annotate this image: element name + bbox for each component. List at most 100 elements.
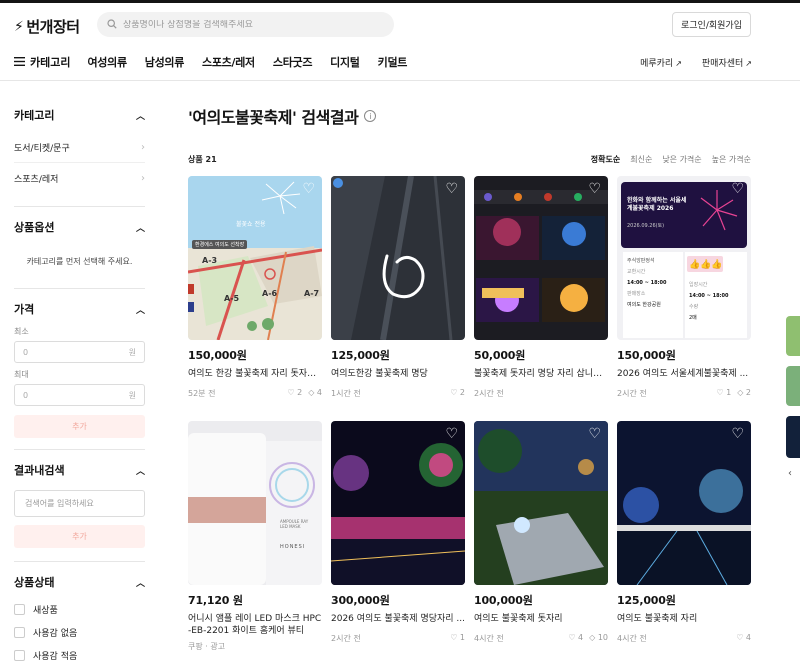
product-title: 2026 여의도 불꽃축제 명당자리 ... [331, 614, 465, 624]
nav-item-kidult[interactable]: 키덜트 [378, 54, 408, 70]
sort-latest[interactable]: 최신순 [630, 154, 652, 165]
category-nav: 카테고리 여성의류 남성의류 스포츠/레저 스타굿즈 디지털 키덜트 [14, 54, 425, 70]
condition-lightly-used[interactable]: 사용감 적음 [14, 644, 145, 663]
product-card[interactable]: 불꽃쇼 전용 환경에스 여의도 선착장 A-3 A-5 A-6 A-7 ♡ 15… [188, 176, 322, 399]
nav-item-digital[interactable]: 디지털 [330, 54, 360, 70]
sort-accuracy[interactable]: 정확도순 [591, 154, 620, 165]
search-icon [107, 18, 117, 32]
external-link-icon: ↗ [745, 59, 752, 68]
product-image-fireworks-river[interactable]: ♡ [331, 421, 465, 585]
product-image-led-mask[interactable]: AMPOULE RAY LED MASK HONESI [188, 421, 322, 585]
like-count: ♡ 2 [450, 388, 465, 397]
options-section-header[interactable]: 상품옵션 ︿ [14, 219, 145, 235]
product-time: 4시간 전 [474, 634, 504, 643]
product-time: 2시간 전 [617, 389, 647, 398]
ticket-seat: 주식앙판정석 [627, 258, 655, 264]
nav-item-sports[interactable]: 스포츠/레저 [202, 54, 255, 70]
search-input[interactable] [123, 19, 373, 30]
login-button[interactable]: 로그인/회원가입 [672, 12, 751, 37]
in-results-search-input[interactable] [14, 490, 145, 517]
in-results-section-header[interactable]: 결과내검색 ︿ [14, 462, 145, 478]
ticket-details-right: 입장시간 14:00 ~ 18:00 수량 2매 [689, 280, 745, 324]
condition-section-header[interactable]: 상품상태 ︿ [14, 574, 145, 590]
thumbs-up-icon: 👍👍👍 [689, 260, 723, 270]
condition-new[interactable]: 새상품 [14, 598, 145, 621]
recent-item-thumb[interactable] [786, 366, 800, 406]
info-icon[interactable]: i [364, 110, 377, 122]
category-section-header[interactable]: 카테고리 ︿ [14, 107, 145, 123]
price-add-button[interactable]: 추가 [14, 415, 145, 438]
map-zone-a7: A-7 [304, 289, 320, 298]
product-image-venue-map[interactable]: 불꽃쇼 전용 환경에스 여의도 선착장 A-3 A-5 A-6 A-7 ♡ [188, 176, 322, 340]
product-image-ticket[interactable]: 한화와 함께하는 서울세계불꽃축제 2026 2026.09.26(토) 👍👍👍… [617, 176, 751, 340]
product-card[interactable]: ♡ 125,000원 여의도 불꽃축제 자리 4시간 전 ♡ 4 [617, 421, 751, 644]
checkbox[interactable] [14, 604, 25, 615]
top-accent-bar [0, 0, 800, 3]
nav-item-star-goods[interactable]: 스타굿즈 [273, 54, 313, 70]
heart-icon[interactable]: ♡ [731, 427, 744, 441]
product-title: 2026 여의도 서울세계불꽃축제 ... [617, 369, 749, 379]
price-unit: 원 [128, 390, 136, 400]
result-count: 상품 21 [188, 155, 217, 164]
logo-text: 번개장터 [26, 18, 80, 36]
product-price: 125,000원 [617, 594, 676, 607]
product-price: 125,000원 [331, 349, 390, 362]
recent-item-thumb[interactable] [786, 316, 800, 356]
heart-icon[interactable]: ♡ [445, 182, 458, 196]
product-image-fireworks-bridge[interactable]: ♡ [617, 421, 751, 585]
product-stats: ♡ 1 ◇ 2 [716, 388, 751, 399]
ticket-details: 주식앙판정석 교환시간 14:00 ~ 18:00 판매장소 여의도 한강공원 [627, 256, 681, 311]
condition-label: 사용감 적음 [33, 652, 78, 662]
product-card[interactable]: ♡ 300,000원 2026 여의도 불꽃축제 명당자리 ... 2시간 전 … [331, 421, 465, 644]
nav-item-men[interactable]: 남성의류 [145, 54, 185, 70]
product-card-ad[interactable]: AMPOULE RAY LED MASK HONESI 71,120 원 어니시… [188, 421, 322, 652]
hamburger-icon [14, 56, 25, 69]
heart-icon[interactable]: ♡ [445, 427, 458, 441]
seller-center-link[interactable]: 판매자센터 ↗ [702, 56, 752, 69]
ticket-venue: 여의도 한강공원 [627, 302, 661, 308]
section-divider [14, 561, 145, 562]
product-image-picnic-mat[interactable]: ♡ [474, 421, 608, 585]
heart-icon[interactable]: ♡ [731, 182, 744, 196]
chevron-left-icon[interactable]: ‹ [788, 468, 792, 479]
condition-like-new[interactable]: 사용감 없음 [14, 621, 145, 644]
product-price: 300,000원 [331, 594, 390, 607]
product-stats: ♡ 2 ◇ 4 [287, 388, 322, 399]
nav-item-women[interactable]: 여성의류 [87, 54, 127, 70]
sort-price-low[interactable]: 낮은 가격순 [662, 154, 701, 165]
heart-icon[interactable]: ♡ [588, 427, 601, 441]
condition-section-title: 상품상태 [14, 576, 55, 589]
logo[interactable]: ⚡ 번개장터 [14, 16, 80, 37]
product-image-dark-map[interactable]: ♡ [331, 176, 465, 340]
price-section-header[interactable]: 가격 ︿ [14, 301, 145, 317]
checkbox[interactable] [14, 650, 25, 661]
ticket-exchange-time: 14:00 ~ 18:00 [627, 280, 667, 286]
product-card[interactable]: 한화와 함께하는 서울세계불꽃축제 2026 2026.09.26(토) 👍👍👍… [617, 176, 751, 399]
map-label-pier: 환경에스 여의도 선착장 [192, 240, 248, 249]
search-bar[interactable] [97, 12, 394, 37]
product-card[interactable]: ♡ 100,000원 여의도 불꽃축제 돗자리 4시간 전 ♡ 4 ◇ 10 [474, 421, 608, 644]
min-price-input[interactable]: 0원 [14, 341, 145, 363]
product-title: 여의도 한강 불꽃축제 자리 돗자리... [188, 369, 322, 379]
sidebar-item-sports[interactable]: 스포츠/레저 › [14, 163, 145, 193]
product-image-fireworks-grid[interactable]: ♡ [474, 176, 608, 340]
product-title: 여의도 불꽃축제 자리 [617, 614, 698, 624]
mercari-link[interactable]: 메루카리 ↗ [640, 56, 682, 69]
product-meta: 2시간 전 ♡ 1 [331, 633, 465, 644]
header-right-links: 메루카리 ↗ 판매자센터 ↗ [640, 56, 752, 69]
sidebar-item-books-tickets[interactable]: 도서/티켓/문구 › [14, 133, 145, 163]
in-results-add-button[interactable]: 추가 [14, 525, 145, 548]
sort-price-high[interactable]: 높은 가격순 [712, 154, 751, 165]
heart-icon[interactable]: ♡ [302, 182, 315, 196]
max-price-input[interactable]: 0원 [14, 384, 145, 406]
category-menu-button[interactable]: 카테고리 [14, 54, 70, 70]
box-model-text: AMPOULE RAY LED MASK [280, 519, 309, 529]
heart-icon[interactable]: ♡ [588, 182, 601, 196]
product-card[interactable]: ♡ 125,000원 여의도한강 불꽃축제 명당 1시간 전 ♡ 2 [331, 176, 465, 399]
product-card[interactable]: ♡ 50,000원 불꽃축제 돗자리 명당 자리 삽니다... 2시간 전 [474, 176, 608, 399]
checkbox[interactable] [14, 627, 25, 638]
ticket-qty: 2매 [689, 315, 697, 321]
recent-item-thumb[interactable] [786, 416, 800, 458]
product-meta: 4시간 전 ♡ 4 [617, 633, 751, 644]
product-meta: 2시간 전 [474, 388, 608, 399]
